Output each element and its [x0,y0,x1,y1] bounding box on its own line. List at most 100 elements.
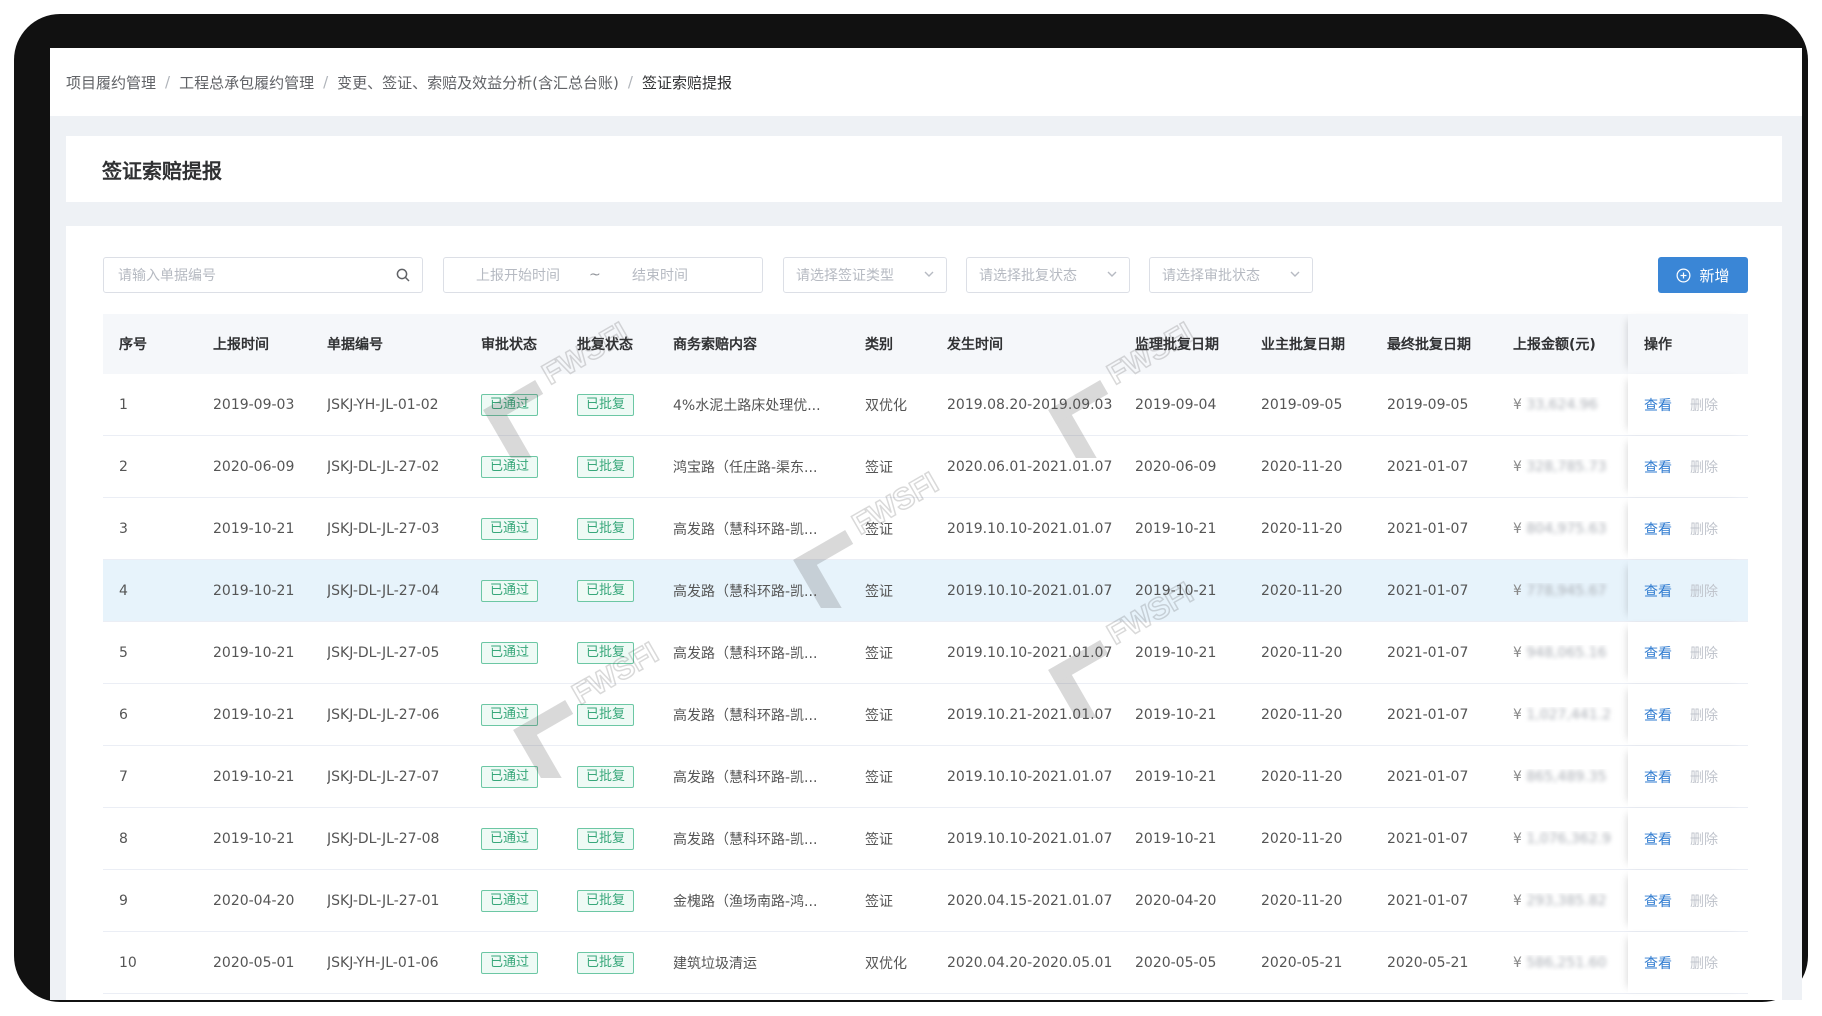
document-code: JSKJ-YH-JL-01-02 [327,396,439,413]
filter-bar: 请输入单据编号 上报开始时间 ~ 结束时间 请选择签证类型 请选择批复状态 请选… [103,257,1748,293]
column-header: 批复状态 [577,337,633,353]
table-row[interactable]: 6 2019-10-21 JSKJ-DL-JL-27-06 已通过 已批复 高发路（慧科环… [103,684,1748,746]
delete-link[interactable]: 删除 [1690,519,1718,539]
table-row[interactable]: 10 2020-05-01 JSKJ-YH-JL-01-06 已通过 已批复 建筑垃圾清运… [103,932,1748,994]
view-link[interactable]: 查看 [1644,767,1672,787]
table-row[interactable]: 9 2020-04-20 JSKJ-DL-JL-27-01 已通过 已批复 金槐路（渔场南… [103,870,1748,932]
occurrence-period: 2020.04.20-2020.05.01 [947,954,1113,971]
delete-link[interactable]: 删除 [1690,891,1718,911]
delete-link[interactable]: 删除 [1690,829,1718,849]
occurrence-period: 2019.10.10-2021.01.07 [947,582,1113,599]
claim-content: 高发路（慧科环路-凯... [673,583,818,600]
owner-reply-date: 2020-11-20 [1261,458,1343,475]
final-reply-date: 2019-09-05 [1387,396,1469,413]
approval-status-badge: 已通过 [481,641,539,664]
final-reply-date: 2021-01-07 [1387,830,1469,847]
visa-type-select[interactable]: 请选择签证类型 [783,257,947,293]
occurrence-period: 2020.04.15-2021.01.07 [947,892,1113,909]
delete-link[interactable]: 删除 [1690,767,1718,787]
chevron-down-icon [1290,271,1300,277]
row-index: 10 [119,954,137,971]
report-amount: ¥ 948,065.16 [1513,645,1617,661]
report-date: 2019-10-21 [213,768,295,785]
view-link[interactable]: 查看 [1644,953,1672,973]
delete-link[interactable]: 删除 [1690,643,1718,663]
search-icon[interactable] [396,268,410,282]
delete-link[interactable]: 删除 [1690,581,1718,601]
row-actions: 查看 删除 [1628,436,1748,497]
row-index: 2 [119,458,128,475]
view-link[interactable]: 查看 [1644,519,1672,539]
breadcrumb-item[interactable]: 工程总承包履约管理 [179,72,314,93]
final-reply-date: 2021-01-07 [1387,644,1469,661]
occurrence-period: 2019.10.10-2021.01.07 [947,520,1113,537]
delete-link[interactable]: 删除 [1690,457,1718,477]
reply-status-badge: 已批复 [577,455,635,478]
report-amount: ¥ 1,027,441.2 [1513,707,1617,723]
currency-symbol: ¥ [1513,768,1522,785]
amount-value: 865,489.35 [1526,768,1607,785]
view-link[interactable]: 查看 [1644,891,1672,911]
breadcrumb-item[interactable]: 变更、签证、索赔及效益分析(含汇总台账) [337,72,619,93]
table-row[interactable]: 4 2019-10-21 JSKJ-DL-JL-27-04 已通过 已批复 高发路（慧科环… [103,560,1748,622]
table-row[interactable]: 1 2019-09-03 JSKJ-YH-JL-01-02 已通过 已批复 4%水泥土路床… [103,374,1748,436]
report-amount: ¥ 586,251.60 [1513,955,1617,971]
supervisor-reply-date: 2019-09-04 [1135,396,1217,413]
column-header: 最终批复日期 [1387,337,1471,353]
search-input[interactable]: 请输入单据编号 [103,257,423,293]
table-body: 1 2019-09-03 JSKJ-YH-JL-01-02 已通过 已批复 4%水泥土路床… [103,374,1748,994]
owner-reply-date: 2020-11-20 [1261,892,1343,909]
report-date: 2019-10-21 [213,644,295,661]
table-row[interactable]: 5 2019-10-21 JSKJ-DL-JL-27-05 已通过 已批复 高发路（慧科环… [103,622,1748,684]
reply-status-badge: 已批复 [577,889,635,912]
column-header: 发生时间 [947,337,1003,353]
view-link[interactable]: 查看 [1644,581,1672,601]
table-row[interactable]: 2 2020-06-09 JSKJ-DL-JL-27-02 已通过 已批复 鸿宝路（任庄路… [103,436,1748,498]
view-link[interactable]: 查看 [1644,829,1672,849]
category: 签证 [865,583,893,600]
final-reply-date: 2021-01-07 [1387,582,1469,599]
report-date: 2019-10-21 [213,706,295,723]
supervisor-reply-date: 2019-10-21 [1135,830,1217,847]
device-frame: 项目履约管理 / 工程总承包履约管理 / 变更、签证、索赔及效益分析(含汇总台账… [14,14,1808,1002]
report-date: 2019-10-21 [213,582,295,599]
amount-value: 293,385.82 [1526,892,1607,909]
view-link[interactable]: 查看 [1644,643,1672,663]
supervisor-reply-date: 2019-10-21 [1135,768,1217,785]
reply-status-select[interactable]: 请选择批复状态 [966,257,1130,293]
category: 签证 [865,459,893,476]
row-index: 5 [119,644,128,661]
view-link[interactable]: 查看 [1644,457,1672,477]
delete-link[interactable]: 删除 [1690,705,1718,725]
add-button[interactable]: 新增 [1658,257,1748,293]
amount-value: 586,251.60 [1526,954,1607,971]
column-header: 商务索赔内容 [673,337,757,353]
search-placeholder: 请输入单据编号 [118,268,216,284]
breadcrumb-item[interactable]: 项目履约管理 [66,72,156,93]
occurrence-period: 2020.06.01-2021.01.07 [947,458,1113,475]
view-link[interactable]: 查看 [1644,395,1672,415]
owner-reply-date: 2020-11-20 [1261,644,1343,661]
column-header: 上报金额(元) [1513,337,1596,353]
table-row[interactable]: 7 2019-10-21 JSKJ-DL-JL-27-07 已通过 已批复 高发路（慧科环… [103,746,1748,808]
approval-status-select[interactable]: 请选择审批状态 [1149,257,1313,293]
view-link[interactable]: 查看 [1644,705,1672,725]
document-code: JSKJ-DL-JL-27-08 [327,830,440,847]
approval-status-placeholder: 请选择审批状态 [1162,268,1260,284]
reply-status-badge: 已批复 [577,827,635,850]
date-range-picker[interactable]: 上报开始时间 ~ 结束时间 [443,257,763,293]
delete-link[interactable]: 删除 [1690,953,1718,973]
table-row[interactable]: 8 2019-10-21 JSKJ-DL-JL-27-08 已通过 已批复 高发路（慧科环… [103,808,1748,870]
report-date: 2019-10-21 [213,520,295,537]
approval-status-badge: 已通过 [481,765,539,788]
plus-circle-icon [1676,268,1691,282]
amount-value: 328,785.73 [1526,458,1607,475]
approval-status-badge: 已通过 [481,703,539,726]
app-screen: 项目履约管理 / 工程总承包履约管理 / 变更、签证、索赔及效益分析(含汇总台账… [50,48,1802,1000]
approval-status-badge: 已通过 [481,579,539,602]
delete-link[interactable]: 删除 [1690,395,1718,415]
table-row[interactable]: 3 2019-10-21 JSKJ-DL-JL-27-03 已通过 已批复 高发路（慧科环… [103,498,1748,560]
owner-reply-date: 2020-05-21 [1261,954,1343,971]
breadcrumb: 项目履约管理 / 工程总承包履约管理 / 变更、签证、索赔及效益分析(含汇总台账… [50,48,1802,116]
report-amount: ¥ 804,975.63 [1513,521,1617,537]
